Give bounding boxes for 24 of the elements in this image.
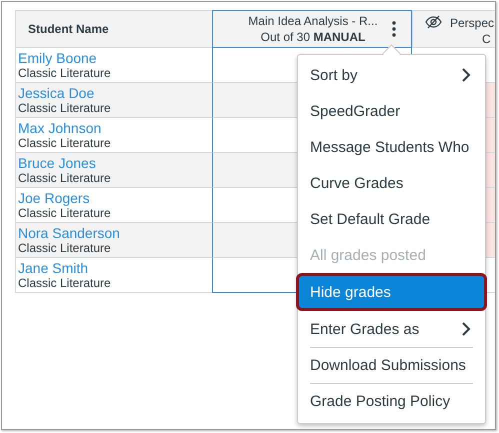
section-name: Classic Literature [18,171,112,186]
column-title: Perspec C [450,15,494,47]
section-name: Classic Literature [18,241,112,256]
menu-item[interactable]: Sort by [298,57,485,93]
column-header[interactable]: Perspec C [412,10,495,48]
section-name: Classic Literature [18,101,112,116]
chevron-right-icon [461,321,471,337]
menu-item[interactable]: Grade Posting Policy [298,383,485,419]
column-title: Main Idea Analysis - R... Out of 30 MANUAL [248,13,378,45]
menu-item[interactable]: SpeedGrader [298,93,485,129]
column-header[interactable]: Main Idea Analysis - R... Out of 30 MANUAL [212,10,412,48]
section-name: Classic Literature [18,66,112,81]
column-header[interactable]: Student Name [15,10,212,48]
section-name: Classic Literature [18,136,112,151]
menu-item[interactable]: Message Students Who [298,129,485,165]
more-options-icon[interactable] [392,21,396,37]
menu-item[interactable]: Hide grades [296,273,487,311]
menu-item[interactable]: Curve Grades [298,165,485,201]
section-name: Classic Literature [18,206,112,221]
menu-item[interactable]: Set Default Grade [298,201,485,237]
chevron-right-icon [461,67,471,83]
menu-item[interactable]: Enter Grades as [298,311,485,347]
menu-item[interactable]: Download Submissions [298,347,485,383]
section-name: Classic Literature [18,276,112,291]
